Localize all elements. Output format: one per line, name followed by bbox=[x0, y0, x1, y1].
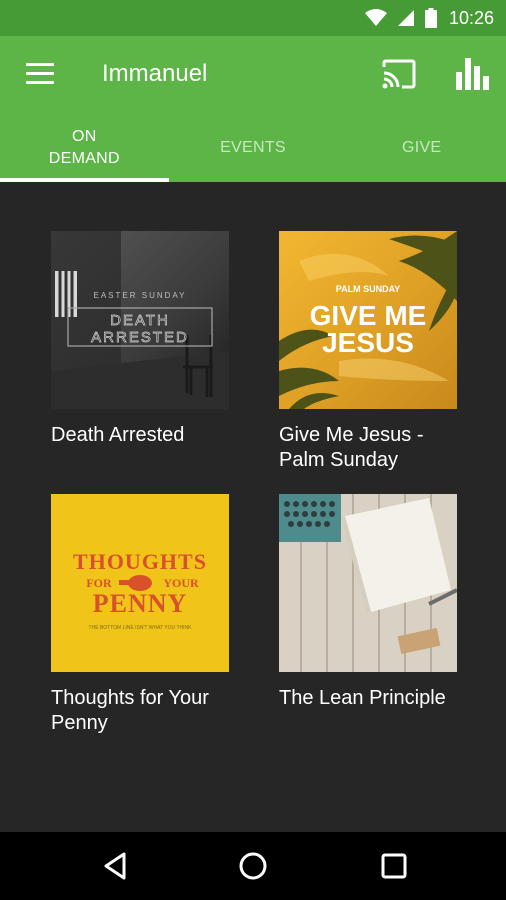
thumbnail: THOUGHTS FOR YOUR PENNY THE BOTTOM LINE … bbox=[51, 494, 229, 672]
app-bar: Immanuel bbox=[0, 36, 506, 114]
bar-chart-icon bbox=[456, 58, 489, 90]
menu-icon-line bbox=[26, 81, 54, 84]
media-card-give-me-jesus[interactable]: PALM SUNDAY GIVE ME JESUS Give Me Jesus … bbox=[279, 231, 457, 473]
tab-on-demand[interactable]: ON DEMAND bbox=[0, 114, 169, 182]
death-arrested-artwork: EASTER SUNDAY DEATH ARRESTED bbox=[51, 231, 229, 409]
card-title: Thoughts for Your Penny bbox=[51, 687, 209, 734]
cast-button[interactable] bbox=[382, 59, 416, 89]
card-title: The Lean Principle bbox=[279, 687, 446, 709]
the-lean-principle-artwork bbox=[279, 494, 457, 672]
art-headline-1: DEATH bbox=[110, 312, 170, 329]
media-card-the-lean-principle[interactable]: The Lean Principle bbox=[279, 494, 457, 711]
menu-icon-line bbox=[26, 72, 54, 75]
cast-icon bbox=[382, 59, 416, 89]
menu-button[interactable] bbox=[26, 63, 54, 85]
art-headline-1: THOUGHTS bbox=[73, 549, 207, 574]
thumbnail: PALM SUNDAY GIVE ME JESUS bbox=[279, 231, 457, 409]
card-title: Death Arrested bbox=[51, 424, 185, 446]
art-word-left: FOR bbox=[86, 576, 112, 590]
thumbnail bbox=[279, 494, 457, 672]
tab-bar: ON DEMAND EVENTS GIVE bbox=[0, 114, 506, 182]
media-card-thoughts-for-your-penny[interactable]: THOUGHTS FOR YOUR PENNY THE BOTTOM LINE … bbox=[51, 494, 229, 736]
status-time: 10:26 bbox=[448, 7, 494, 28]
thumbnail: EASTER SUNDAY DEATH ARRESTED bbox=[51, 231, 229, 409]
art-headline-2: PENNY bbox=[93, 589, 188, 618]
back-icon bbox=[104, 852, 126, 880]
typewriter-icon bbox=[279, 494, 341, 542]
tab-label: ON DEMAND bbox=[48, 128, 120, 167]
art-kicker: EASTER SUNDAY bbox=[94, 291, 187, 300]
thoughts-for-your-penny-artwork: THOUGHTS FOR YOUR PENNY THE BOTTOM LINE … bbox=[51, 494, 229, 672]
give-me-jesus-artwork: PALM SUNDAY GIVE ME JESUS bbox=[279, 231, 457, 409]
tab-label: GIVE bbox=[401, 139, 442, 156]
card-title: Give Me Jesus - Palm Sunday bbox=[279, 424, 424, 471]
recents-icon bbox=[381, 853, 407, 879]
tab-events[interactable]: EVENTS bbox=[169, 114, 338, 182]
art-headline-2: ARRESTED bbox=[91, 329, 189, 346]
status-icons: 10:26 bbox=[364, 0, 494, 36]
home-button[interactable] bbox=[237, 850, 269, 882]
media-card-death-arrested[interactable]: EASTER SUNDAY DEATH ARRESTED Death Arres… bbox=[51, 231, 229, 448]
art-headline-2: JESUS bbox=[322, 327, 414, 358]
stats-button[interactable] bbox=[456, 58, 490, 90]
tab-give[interactable]: GIVE bbox=[337, 114, 506, 182]
status-bar: 10:26 bbox=[0, 0, 506, 36]
art-tagline: THE BOTTOM LINE ISN'T WHAT YOU THINK bbox=[89, 625, 193, 631]
wifi-icon bbox=[364, 9, 387, 26]
system-nav-bar bbox=[0, 832, 506, 900]
recents-button[interactable] bbox=[378, 850, 410, 882]
battery-icon bbox=[424, 8, 437, 28]
art-kicker: PALM SUNDAY bbox=[336, 284, 401, 294]
tab-label: EVENTS bbox=[220, 139, 286, 156]
menu-icon bbox=[26, 63, 54, 66]
signal-icon bbox=[397, 10, 414, 26]
art-word-right: YOUR bbox=[163, 576, 199, 590]
app-title: Immanuel bbox=[102, 60, 208, 87]
home-icon bbox=[239, 852, 267, 880]
back-button[interactable] bbox=[100, 850, 132, 882]
